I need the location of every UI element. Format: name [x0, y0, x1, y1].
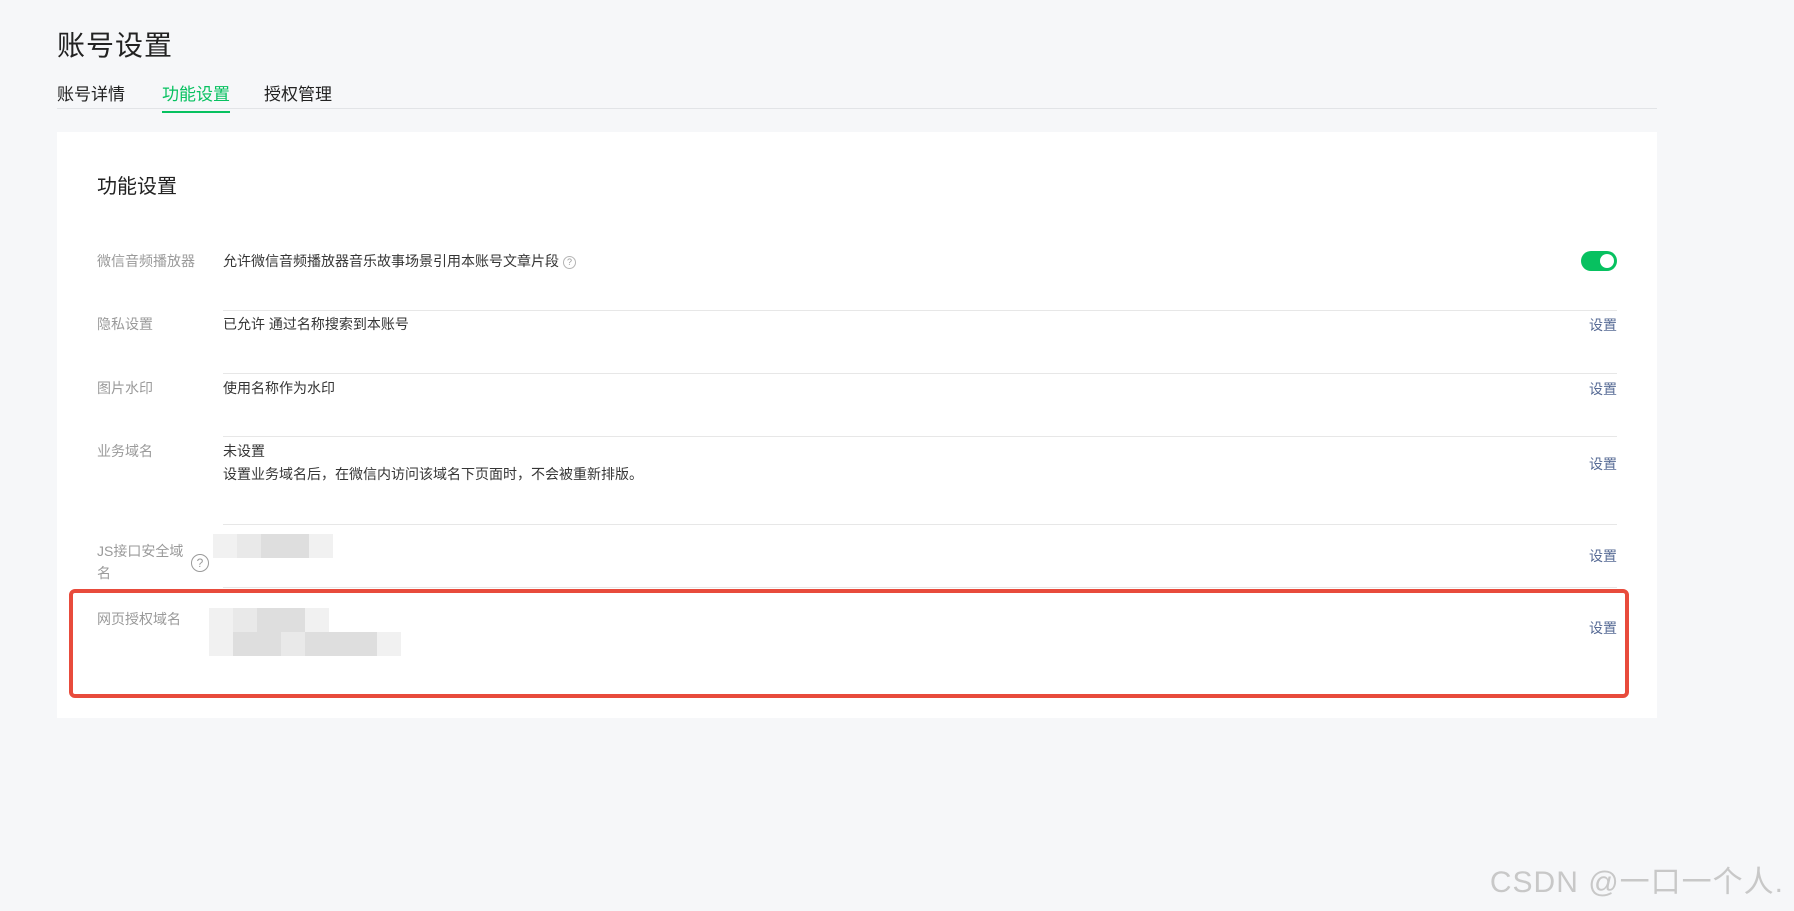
row-value: 已允许 通过名称搜索到本账号: [223, 316, 409, 332]
row-divider: [223, 587, 1617, 588]
section-title: 功能设置: [97, 176, 177, 198]
row-label-line1: JS接口安全域: [97, 543, 184, 559]
row-label: 隐私设置: [97, 316, 153, 332]
help-icon[interactable]: ?: [191, 554, 209, 572]
page-title: 账号设置: [57, 30, 174, 61]
js-domain-settings-link[interactable]: 设置: [1589, 546, 1617, 566]
row-label: JS接口安全域 名: [97, 540, 183, 584]
tab-authorization-management[interactable]: 授权管理: [264, 80, 332, 111]
audio-player-toggle[interactable]: [1581, 251, 1617, 271]
redacted-domain: [213, 534, 333, 558]
watermark-settings-link[interactable]: 设置: [1589, 379, 1617, 399]
row-value: 未设置: [223, 443, 265, 459]
watermark-text: CSDN @一口一个人.: [1489, 866, 1784, 899]
tab-bar: 账号详情 功能设置 授权管理: [57, 78, 1657, 113]
row-label: 业务域名: [97, 443, 153, 459]
row-privacy: 隐私设置 已允许 通过名称搜索到本账号 设置: [97, 313, 1617, 374]
row-value-text: 允许微信音频播放器音乐故事场景引用本账号文章片段: [223, 253, 559, 269]
privacy-settings-link[interactable]: 设置: [1589, 315, 1617, 335]
row-value: 使用名称作为水印: [223, 380, 335, 396]
tab-function-settings[interactable]: 功能设置: [162, 80, 230, 113]
highlight-box: [69, 589, 1629, 698]
row-image-watermark: 图片水印 使用名称作为水印 设置: [97, 377, 1617, 437]
row-description: 设置业务域名后，在微信内访问该域名下页面时，不会被重新排版。: [223, 466, 643, 482]
row-label-line2: 名: [97, 565, 111, 581]
row-divider: [223, 373, 1617, 374]
row-divider: [223, 436, 1617, 437]
row-divider: [223, 310, 1617, 311]
row-business-domain: 业务域名 未设置 设置业务域名后，在微信内访问该域名下页面时，不会被重新排版。 …: [97, 440, 1617, 525]
row-js-safe-domain: JS接口安全域 名 ? 设置: [97, 524, 1617, 588]
row-label: 微信音频播放器: [97, 253, 195, 269]
business-domain-settings-link[interactable]: 设置: [1589, 454, 1617, 474]
row-label: 图片水印: [97, 380, 153, 396]
tab-account-details[interactable]: 账号详情: [57, 80, 125, 111]
toggle-knob: [1600, 254, 1614, 268]
row-value: 允许微信音频播放器音乐故事场景引用本账号文章片段?: [223, 250, 576, 272]
help-icon[interactable]: ?: [563, 255, 576, 269]
row-audio-player: 微信音频播放器 允许微信音频播放器音乐故事场景引用本账号文章片段?: [97, 250, 1617, 311]
